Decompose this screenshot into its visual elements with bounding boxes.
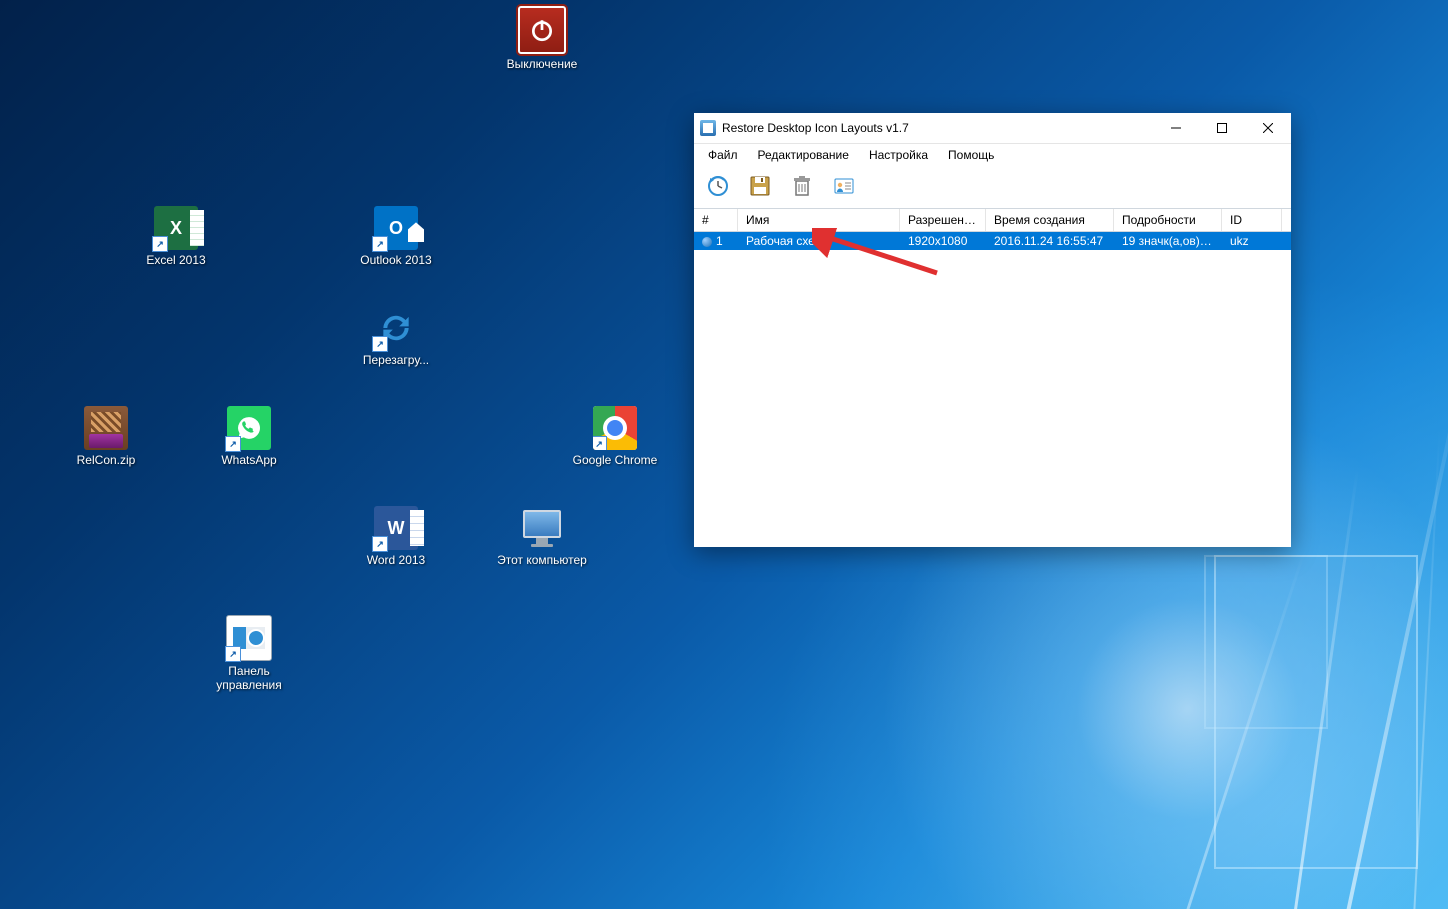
menubar: Файл Редактирование Настройка Помощь	[694, 144, 1291, 166]
menu-help[interactable]: Помощь	[940, 146, 1002, 164]
desktop-icon-label: Выключение	[497, 57, 587, 71]
column-name[interactable]: Имя	[738, 209, 900, 231]
about-button[interactable]	[826, 170, 862, 202]
power-icon	[518, 6, 566, 54]
cell-details: 19 значк(а,ов), help	[1114, 233, 1222, 249]
maximize-button[interactable]	[1199, 113, 1245, 143]
desktop-icon-label: Outlook 2013	[351, 253, 441, 267]
reload-icon: ↗	[374, 306, 418, 350]
bullet-icon	[702, 237, 712, 247]
list-body[interactable]: 1 Рабочая схема 1920x1080 2016.11.24 16:…	[694, 232, 1291, 547]
desktop-icon-shutdown[interactable]: Выключение	[497, 6, 587, 71]
column-resolution[interactable]: Разрешение ...	[900, 209, 986, 231]
cell-created: 2016.11.24 16:55:47	[986, 233, 1114, 249]
window-title: Restore Desktop Icon Layouts v1.7	[722, 121, 909, 135]
close-button[interactable]	[1245, 113, 1291, 143]
desktop-icon-whatsapp[interactable]: ↗ WhatsApp	[204, 406, 294, 467]
column-created[interactable]: Время создания	[986, 209, 1114, 231]
column-index[interactable]: #	[694, 209, 738, 231]
desktop-icon-outlook[interactable]: ↗ Outlook 2013	[351, 206, 441, 267]
column-details[interactable]: Подробности	[1114, 209, 1222, 231]
desktop-icon-label: Word 2013	[351, 553, 441, 567]
desktop-icon-chrome[interactable]: ↗ Google Chrome	[570, 406, 660, 467]
desktop-icon-word[interactable]: ↗ Word 2013	[351, 506, 441, 567]
desktop-icon-excel[interactable]: ↗ Excel 2013	[131, 206, 221, 267]
desktop[interactable]: Выключение ↗ Excel 2013 ↗ Outlook 2013 ↗…	[0, 0, 1448, 909]
outlook-icon: ↗	[374, 206, 418, 250]
archive-icon	[84, 406, 128, 450]
desktop-icon-label: Этот компьютер	[497, 553, 587, 567]
control-panel-icon: ↗	[226, 615, 272, 661]
menu-file[interactable]: Файл	[700, 146, 746, 164]
cell-resolution: 1920x1080	[900, 233, 986, 249]
cell-id: ukz	[1222, 233, 1282, 249]
titlebar[interactable]: Restore Desktop Icon Layouts v1.7	[694, 113, 1291, 144]
desktop-icon-label: Google Chrome	[570, 453, 660, 467]
desktop-icon-label: Excel 2013	[131, 253, 221, 267]
column-id[interactable]: ID	[1222, 209, 1282, 231]
desktop-icon-thispc[interactable]: Этот компьютер	[497, 506, 587, 567]
desktop-icon-label: RelCon.zip	[61, 453, 151, 467]
whatsapp-icon: ↗	[227, 406, 271, 450]
word-icon: ↗	[374, 506, 418, 550]
restore-button[interactable]	[700, 170, 736, 202]
desktop-icon-label: Перезагру...	[351, 353, 441, 367]
cell-name: Рабочая схема	[738, 233, 900, 249]
computer-icon	[520, 506, 564, 550]
excel-icon: ↗	[154, 206, 198, 250]
desktop-icon-relcon[interactable]: RelCon.zip	[61, 406, 151, 467]
menu-edit[interactable]: Редактирование	[750, 146, 857, 164]
desktop-icon-label: WhatsApp	[204, 453, 294, 467]
desktop-icon-control-panel[interactable]: ↗ Панель управления	[204, 615, 294, 692]
list-header: # Имя Разрешение ... Время создания Подр…	[694, 209, 1291, 232]
table-row[interactable]: 1 Рабочая схема 1920x1080 2016.11.24 16:…	[694, 232, 1291, 250]
minimize-button[interactable]	[1153, 113, 1199, 143]
app-window[interactable]: Restore Desktop Icon Layouts v1.7 Файл Р…	[694, 113, 1291, 547]
menu-settings[interactable]: Настройка	[861, 146, 936, 164]
chrome-icon: ↗	[593, 406, 637, 450]
cell-index: 1	[694, 233, 738, 249]
app-icon	[700, 120, 716, 136]
desktop-icon-label: Панель управления	[204, 664, 294, 692]
desktop-icon-restart[interactable]: ↗ Перезагру...	[351, 306, 441, 367]
save-button[interactable]	[742, 170, 778, 202]
delete-button[interactable]	[784, 170, 820, 202]
toolbar	[694, 166, 1291, 209]
